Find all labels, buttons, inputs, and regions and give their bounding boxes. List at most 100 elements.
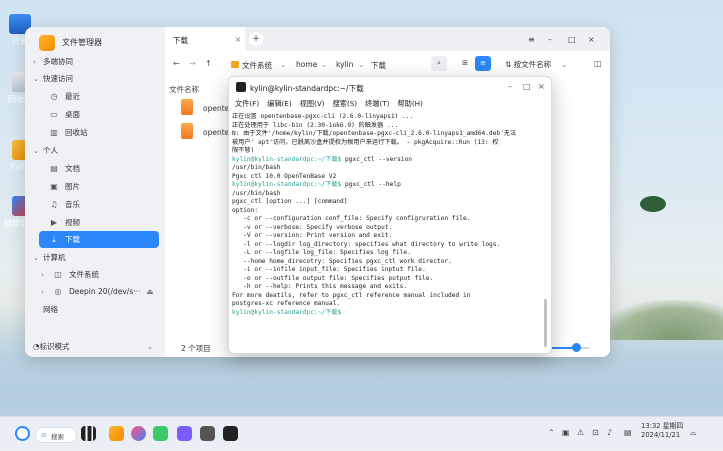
- multitask-view-icon[interactable]: [81, 426, 96, 441]
- settings-icon[interactable]: [200, 426, 215, 441]
- search-box[interactable]: ⊙ 搜索: [35, 427, 77, 443]
- minimize-button[interactable]: –: [548, 35, 552, 44]
- taskbar: ⊙ 搜索 ⌃ ▣ ⚠ ⊡ ♪ ▤ 13:32 星期四 2024/11/21 ⌓: [0, 416, 723, 451]
- menu-help[interactable]: 帮助(H): [397, 99, 422, 111]
- input-method-icon[interactable]: ⚠: [577, 428, 584, 437]
- menu-view[interactable]: 视图(V): [300, 99, 325, 111]
- mail-icon[interactable]: [153, 426, 168, 441]
- breadcrumb-item[interactable]: home: [296, 60, 317, 69]
- breadcrumb-item[interactable]: 文件系统: [242, 60, 272, 71]
- menu-search[interactable]: 搜索(S): [333, 99, 358, 111]
- search-button[interactable]: ⌕: [431, 56, 447, 71]
- back-button[interactable]: ←: [173, 59, 180, 68]
- terminal-scrollbar[interactable]: [544, 299, 547, 347]
- sidebar-section-quick-access[interactable]: ⌄ 快速访问: [33, 70, 159, 87]
- terminal-line: pgxc_ctl [option ...] [command]: [232, 198, 544, 207]
- menu-terminal[interactable]: 终端(T): [365, 99, 389, 111]
- column-header-name[interactable]: 文件名称: [169, 84, 199, 95]
- sidebar-item-videos[interactable]: ▶ 视频: [47, 214, 159, 231]
- wallpaper-tree: [640, 196, 666, 212]
- minimize-button[interactable]: –: [508, 82, 512, 91]
- file-manager-sidebar: 文件管理器 › 多端协同 ⌄ 快速访问 ◷ 最近 ▭ 桌面 ▥ 回收站 ⌄ 个人…: [25, 27, 166, 357]
- sidebar-item-deepin-disk[interactable]: › ◎ Deepin 20(/dev/s··· ⏏: [41, 283, 159, 300]
- chevron-right-icon: ›: [41, 270, 44, 279]
- up-button[interactable]: ↑: [205, 59, 212, 68]
- terminal-line: -i or --infile input_file: Specifies inp…: [232, 266, 544, 275]
- clipboard-icon[interactable]: ▣: [562, 428, 570, 437]
- sidebar-item-multi-device[interactable]: › 多端协同: [33, 53, 159, 70]
- sidebar-item-trash[interactable]: ▥ 回收站: [47, 124, 159, 141]
- app-store-icon[interactable]: [177, 426, 192, 441]
- sidebar-item-filesystem[interactable]: › ◫ 文件系统: [41, 266, 159, 283]
- details-panel-button[interactable]: ◫: [594, 59, 602, 68]
- maximize-button[interactable]: □: [523, 82, 531, 91]
- trash-icon: ▥: [50, 128, 58, 137]
- terminal-text: -h or --help: Prints this message and ex…: [232, 283, 408, 290]
- sidebar-item-network[interactable]: 网络: [43, 301, 159, 318]
- zoom-slider-handle[interactable]: [572, 343, 581, 352]
- search-label: 搜索: [51, 433, 64, 441]
- sidebar-item-label: 图片: [65, 182, 80, 191]
- terminal-text: Pgxc ctl 10.0 OpenTenBase V2: [232, 172, 337, 180]
- maximize-button[interactable]: □: [568, 35, 576, 44]
- sidebar-item-recent[interactable]: ◷ 最近: [47, 88, 159, 105]
- breadcrumb-item[interactable]: 下载: [371, 60, 386, 71]
- new-tab-button[interactable]: +: [249, 32, 263, 46]
- forward-button[interactable]: →: [189, 59, 196, 68]
- sidebar-item-downloads[interactable]: ⤓ 下载: [39, 231, 159, 248]
- terminal-line: -v or --verbose: Specify verbose output.: [232, 224, 544, 233]
- menu-file[interactable]: 文件(F): [235, 99, 259, 111]
- file-manager-app-icon: [39, 35, 55, 51]
- sort-label: 按文件名称: [513, 60, 552, 69]
- sidebar-item-label: Deepin 20(/dev/s···: [69, 287, 141, 296]
- terminal-line: -h or --help: Prints this message and ex…: [232, 283, 544, 292]
- close-button[interactable]: ×: [538, 82, 545, 91]
- browser-icon[interactable]: [131, 426, 146, 441]
- terminal-line: --home home_direcotry: Specifies pgxc_ct…: [232, 258, 544, 267]
- sidebar-item-label: 音乐: [65, 200, 80, 209]
- list-view-button[interactable]: ≡: [475, 56, 491, 71]
- label-mode-selector[interactable]: ◔ 标识模式 ⌄: [33, 339, 159, 353]
- menu-edit[interactable]: 编辑(E): [267, 99, 292, 111]
- sidebar-section-computer[interactable]: ⌄ 计算机: [33, 249, 159, 266]
- close-button[interactable]: ×: [588, 35, 595, 44]
- terminal-line: /usr/bin/bash: [232, 190, 544, 199]
- terminal-line: /usr/bin/bash: [232, 164, 544, 173]
- sidebar-item-documents[interactable]: ▤ 文档: [47, 160, 159, 177]
- tray-expand-icon[interactable]: ⌃: [548, 428, 555, 437]
- sidebar-section-personal[interactable]: ⌄ 个人: [33, 142, 159, 159]
- breadcrumb: 文件系统 ⌄ home ⌄ kylin ⌄ 下载: [225, 56, 415, 73]
- tab-close-icon[interactable]: ×: [235, 35, 241, 44]
- terminal-prompt: kylin@kylin-standardpc:~/下载$: [232, 155, 342, 163]
- terminal-output[interactable]: 正在设置 opentenbase-pgxc-cli (2.6.0-linyaps…: [232, 113, 544, 349]
- sidebar-item-pictures[interactable]: ▣ 图片: [47, 178, 159, 195]
- terminal-icon[interactable]: [223, 426, 238, 441]
- breadcrumb-item[interactable]: kylin: [336, 60, 353, 69]
- menu-icon[interactable]: ≡: [528, 35, 535, 44]
- network-icon[interactable]: ⊡: [592, 428, 599, 437]
- terminal-line: 正在设置 opentenbase-pgxc-cli (2.6.0-linyaps…: [232, 113, 544, 122]
- tab-downloads[interactable]: 下载 ×: [165, 27, 245, 51]
- start-menu-button[interactable]: [15, 426, 30, 441]
- sidebar-item-music[interactable]: ♫ 音乐: [47, 196, 159, 213]
- terminal-text: postgres-xc reference manual.: [232, 300, 341, 307]
- terminal-text: --home home_direcotry: Specifies pgxc_ct…: [232, 257, 452, 265]
- sidebar-toggle-icon[interactable]: ⌓: [690, 428, 696, 438]
- sidebar-item-label: 最近: [65, 92, 80, 101]
- terminal-icon: [236, 82, 246, 92]
- volume-icon[interactable]: ♪: [607, 428, 612, 437]
- sidebar-item-label: 快速访问: [43, 74, 73, 83]
- clock-date: 2024/11/21: [641, 431, 681, 439]
- sort-dropdown[interactable]: ⇅ 按文件名称 ⌄: [505, 59, 567, 70]
- notification-icon[interactable]: ▤: [624, 428, 632, 437]
- terminal-line: -l or --logdir log_directory: specifies …: [232, 241, 544, 250]
- package-file-icon: [181, 99, 193, 115]
- file-manager-icon[interactable]: [109, 426, 124, 441]
- chevron-right-icon: ›: [41, 287, 44, 296]
- eject-icon[interactable]: ⏏: [146, 287, 153, 296]
- clock[interactable]: 13:32 星期四 2024/11/21: [641, 422, 683, 440]
- package-file-icon: [181, 123, 193, 139]
- terminal-text: -c or --configuration conf_file: Specify…: [232, 215, 471, 222]
- icon-view-button[interactable]: ⊞: [457, 56, 473, 71]
- sidebar-item-desktop[interactable]: ▭ 桌面: [47, 106, 159, 123]
